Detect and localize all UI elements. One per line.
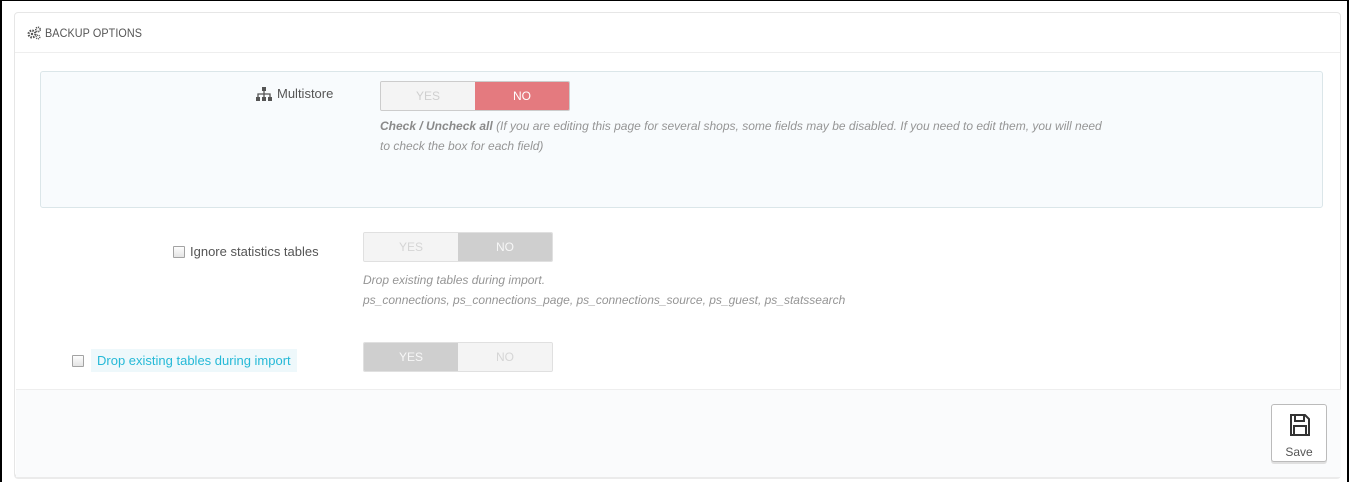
ignore-stats-switch[interactable]: YES NO: [363, 232, 553, 262]
floppy-disk-icon: [1290, 414, 1310, 436]
ignore-stats-yes-option[interactable]: YES: [364, 233, 458, 261]
ignore-stats-label: Ignore statistics tables: [190, 244, 319, 259]
multistore-help-line1: (If you are editing this page for severa…: [496, 119, 1102, 133]
ignore-stats-help-line1: Drop existing tables during import.: [363, 273, 546, 287]
panel-title: BACKUP OPTIONS: [45, 26, 143, 40]
panel-footer: Save: [16, 389, 1341, 477]
multistore-yes-option[interactable]: YES: [381, 82, 475, 110]
panel-heading: BACKUP OPTIONS: [15, 13, 1340, 53]
drop-tables-no-option[interactable]: NO: [458, 343, 552, 371]
ignore-stats-checkbox[interactable]: [173, 246, 185, 258]
ignore-stats-help: Drop existing tables during import. ps_c…: [363, 270, 1263, 310]
drop-tables-switch[interactable]: YES NO: [363, 342, 553, 372]
drop-tables-checkbox[interactable]: [72, 355, 84, 367]
backup-options-panel: BACKUP OPTIONS Multistore YES NO Check /…: [14, 12, 1341, 477]
multistore-section: Multistore YES NO Check / Uncheck all (I…: [40, 71, 1323, 208]
ignore-stats-no-option[interactable]: NO: [458, 233, 552, 261]
drop-tables-label[interactable]: Drop existing tables during import: [91, 349, 297, 372]
save-button[interactable]: Save: [1271, 404, 1327, 462]
ignore-stats-help-line2: ps_connections, ps_connections_page, ps_…: [363, 293, 846, 307]
sitemap-icon: [256, 87, 272, 101]
save-label: Save: [1285, 445, 1313, 459]
multistore-label: Multistore: [277, 86, 334, 101]
check-uncheck-all-label[interactable]: Check / Uncheck all: [380, 119, 493, 133]
cogs-icon: [27, 26, 41, 40]
multistore-help: Check / Uncheck all (If you are editing …: [380, 116, 1300, 156]
multistore-switch[interactable]: YES NO: [380, 81, 570, 111]
drop-tables-yes-option[interactable]: YES: [364, 343, 458, 371]
multistore-help-line2: to check the box for each field): [380, 139, 544, 153]
multistore-no-option[interactable]: NO: [475, 82, 569, 110]
